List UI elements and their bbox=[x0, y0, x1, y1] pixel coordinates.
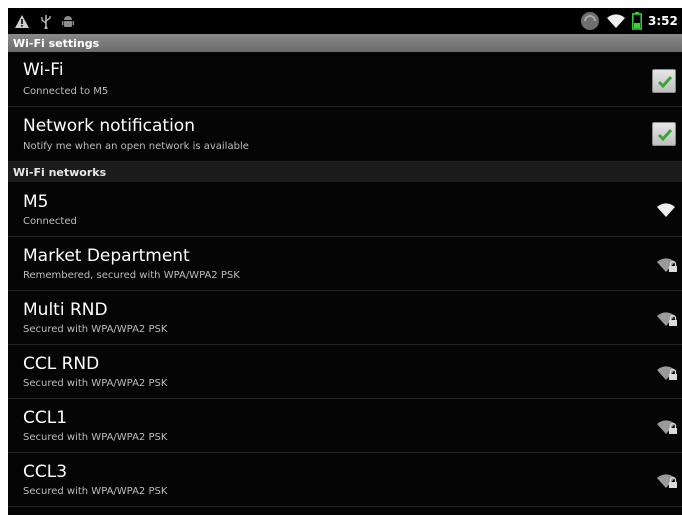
network-item[interactable]: M5 Connected bbox=[8, 182, 682, 237]
network-status: Connected bbox=[23, 216, 77, 227]
network-status: Remembered, secured with WPA/WPA2 PSK bbox=[23, 270, 240, 281]
network-item[interactable]: CCL1 Secured with WPA/WPA2 PSK bbox=[8, 399, 682, 453]
wifi-lock-icon bbox=[657, 258, 677, 272]
status-bar: 3:52 pm bbox=[8, 8, 682, 34]
network-ssid: Multi RND bbox=[23, 300, 108, 320]
network-status: Secured with WPA/WPA2 PSK bbox=[23, 432, 168, 443]
network-item[interactable]: Market Department Remembered, secured wi… bbox=[8, 237, 682, 291]
network-ssid: CCL1 bbox=[23, 408, 68, 428]
section-header-wifi-settings: Wi-Fi settings bbox=[8, 34, 682, 52]
wifi-toggle-row[interactable]: Wi-Fi Connected to M5 bbox=[8, 52, 682, 107]
section-header-wifi-networks: Wi-Fi networks bbox=[8, 162, 682, 182]
checkmark-icon bbox=[657, 129, 673, 142]
network-ssid: CCL RND bbox=[23, 354, 100, 374]
wifi-toggle-summary: Connected to M5 bbox=[23, 86, 109, 97]
wifi-lock-icon bbox=[657, 420, 677, 434]
network-notification-checkbox[interactable] bbox=[652, 122, 676, 146]
wifi-toggle-title: Wi-Fi bbox=[23, 60, 64, 80]
network-ssid: M5 bbox=[23, 192, 49, 212]
wifi-icon bbox=[607, 14, 625, 28]
network-status: Secured with WPA/WPA2 PSK bbox=[23, 324, 168, 335]
network-status: Secured with WPA/WPA2 PSK bbox=[23, 486, 168, 497]
network-item[interactable]: Multi RND Secured with WPA/WPA2 PSK bbox=[8, 291, 682, 345]
network-status: Secured with WPA/WPA2 PSK bbox=[23, 378, 168, 389]
wifi-lock-icon bbox=[657, 366, 677, 380]
android-icon bbox=[62, 16, 74, 27]
network-item[interactable]: CCL RND Secured with WPA/WPA2 PSK bbox=[8, 345, 682, 399]
sync-icon bbox=[581, 12, 599, 30]
network-notification-title: Network notification bbox=[23, 116, 195, 136]
checkmark-icon bbox=[657, 76, 673, 89]
network-notification-row[interactable]: Network notification Notify me when an o… bbox=[8, 107, 682, 162]
network-ssid: Market Department bbox=[23, 246, 190, 266]
wifi-settings-screen: 3:52 pm Wi-Fi settings Wi-Fi Connected t… bbox=[8, 8, 682, 515]
status-time: 3:52 pm bbox=[648, 14, 682, 28]
wifi-lock-icon bbox=[657, 312, 677, 326]
network-ssid: CCL3 bbox=[23, 462, 68, 482]
wifi-signal-icon bbox=[657, 203, 675, 217]
network-notification-summary: Notify me when an open network is availa… bbox=[23, 141, 249, 152]
wifi-lock-icon bbox=[657, 474, 677, 488]
network-item[interactable]: CCL3 Secured with WPA/WPA2 PSK bbox=[8, 453, 682, 507]
warning-icon bbox=[15, 14, 29, 28]
wifi-checkbox[interactable] bbox=[652, 69, 676, 93]
usb-icon bbox=[41, 15, 51, 29]
battery-icon bbox=[632, 12, 642, 30]
